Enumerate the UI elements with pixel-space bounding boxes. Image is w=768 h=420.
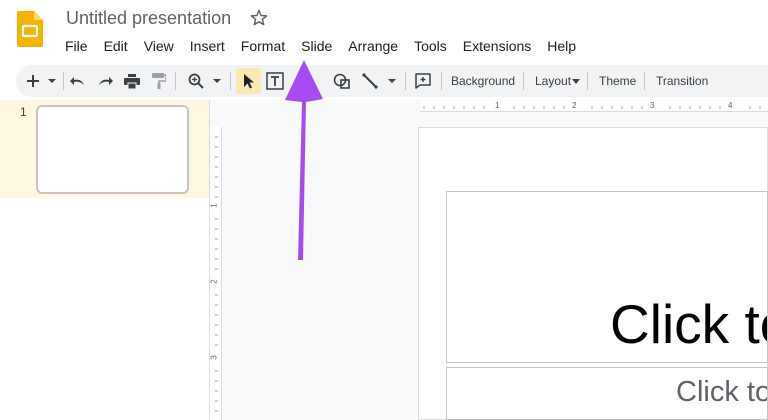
menu-format[interactable]: Format: [233, 36, 293, 56]
slide-thumbnail[interactable]: [36, 105, 189, 194]
shape-icon: [333, 73, 350, 89]
new-slide-dropdown[interactable]: [44, 69, 60, 93]
menu-view[interactable]: View: [136, 36, 182, 56]
menu-extensions[interactable]: Extensions: [455, 36, 539, 56]
comment-button[interactable]: [412, 69, 434, 93]
toolbar: Background Layout Theme Transition: [16, 65, 768, 97]
select-cursor-icon: [243, 74, 254, 89]
ruler-label: 2: [209, 279, 219, 284]
zoom-dropdown[interactable]: [209, 69, 225, 93]
toolbar-divider: [644, 72, 645, 90]
text-box-button[interactable]: [263, 69, 287, 93]
horizontal-ruler[interactable]: 1 2 3 4: [420, 100, 768, 112]
chevron-down-icon: [388, 79, 396, 83]
toolbar-divider: [230, 72, 231, 90]
ruler-label: 1: [209, 203, 219, 208]
new-slide-button[interactable]: [22, 69, 44, 93]
undo-icon: [70, 77, 84, 85]
subtitle-placeholder[interactable]: Click to: [446, 367, 768, 420]
background-button[interactable]: Background: [451, 69, 515, 93]
toolbar-divider: [523, 72, 524, 90]
title-placeholder-text: Click to: [610, 293, 767, 355]
ruler-label: 3: [650, 101, 655, 110]
menu-insert[interactable]: Insert: [182, 36, 233, 56]
document-title[interactable]: Untitled presentation: [66, 8, 231, 29]
toolbar-divider: [441, 72, 442, 90]
line-icon: [362, 73, 378, 89]
ruler-ticks: [423, 106, 761, 109]
transition-button[interactable]: Transition: [656, 69, 708, 93]
menu-slide[interactable]: Slide: [293, 36, 340, 56]
line-dropdown[interactable]: [384, 69, 400, 93]
vertical-ruler[interactable]: 1 2 3: [210, 127, 222, 420]
add-icon: [27, 75, 39, 87]
chevron-down-icon: [213, 79, 221, 83]
line-button[interactable]: [359, 69, 381, 93]
theme-button[interactable]: Theme: [599, 69, 636, 93]
layout-button[interactable]: Layout: [535, 69, 571, 93]
paint-format-button[interactable]: [148, 69, 170, 93]
redo-button[interactable]: [94, 69, 116, 93]
slide-number: 1: [20, 105, 27, 119]
menu-edit[interactable]: Edit: [96, 36, 136, 56]
print-button[interactable]: [121, 69, 143, 93]
shape-button[interactable]: [331, 69, 353, 93]
subtitle-placeholder-text: Click to: [676, 376, 768, 408]
title-placeholder[interactable]: Click to: [446, 191, 768, 363]
print-icon: [124, 73, 140, 89]
menu-file[interactable]: File: [57, 36, 96, 56]
toolbar-divider: [587, 72, 588, 90]
ruler-label: 1: [495, 101, 500, 110]
slides-logo-icon[interactable]: [17, 11, 43, 47]
zoom-icon: [188, 73, 204, 89]
undo-button[interactable]: [67, 69, 89, 93]
menu-arrange[interactable]: Arrange: [340, 36, 406, 56]
chevron-down-icon: [572, 79, 580, 84]
filmstrip-slide-1[interactable]: 1: [0, 100, 209, 198]
toolbar-divider: [63, 72, 64, 90]
paint-format-icon: [152, 73, 166, 89]
chevron-down-icon: [48, 79, 56, 83]
text-box-icon: [266, 72, 284, 90]
toolbar-divider: [405, 72, 406, 90]
ruler-label: 2: [572, 101, 577, 110]
ruler-ticks: [215, 136, 218, 412]
zoom-button[interactable]: [185, 69, 207, 93]
ruler-label: 3: [209, 355, 219, 360]
select-tool-button[interactable]: [236, 68, 261, 94]
toolbar-divider: [175, 72, 176, 90]
redo-icon: [99, 77, 113, 85]
menu-tools[interactable]: Tools: [406, 36, 455, 56]
comment-icon: [415, 73, 431, 89]
slide-filmstrip: 1: [0, 100, 210, 420]
menu-help[interactable]: Help: [539, 36, 584, 56]
ruler-label: 4: [728, 101, 733, 110]
menu-bar: File Edit View Insert Format Slide Arran…: [57, 36, 584, 56]
star-icon[interactable]: [249, 8, 269, 28]
